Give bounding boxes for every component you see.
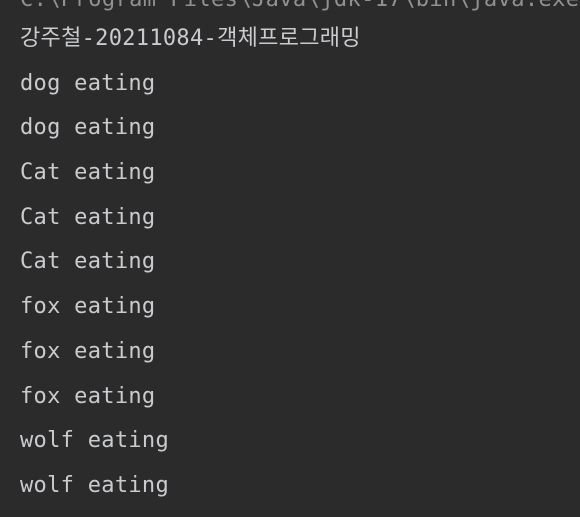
- command-line-text: C:\Program Files\Java\jdk-17\bin\java.ex…: [20, 0, 579, 12]
- output-line: wolf eating: [20, 428, 169, 454]
- output-line: fox eating: [20, 383, 156, 409]
- output-line: Cat eating: [20, 160, 156, 186]
- output-line: wolf eating: [20, 472, 169, 498]
- output-line: dog eating: [20, 115, 156, 141]
- run-console-output: C:\Program Files\Java\jdk-17\bin\java.ex…: [0, 0, 580, 517]
- output-lines: 강주철-20211084-객체프로그래밍 dog eating dog eati…: [20, 24, 361, 516]
- output-line: fox eating: [20, 338, 156, 364]
- output-line: dog eating: [20, 70, 156, 96]
- output-line-header: 강주철-20211084-객체프로그래밍: [20, 26, 361, 51]
- output-line: Cat eating: [20, 204, 156, 230]
- output-line: Cat eating: [20, 249, 156, 275]
- output-line: fox eating: [20, 294, 156, 320]
